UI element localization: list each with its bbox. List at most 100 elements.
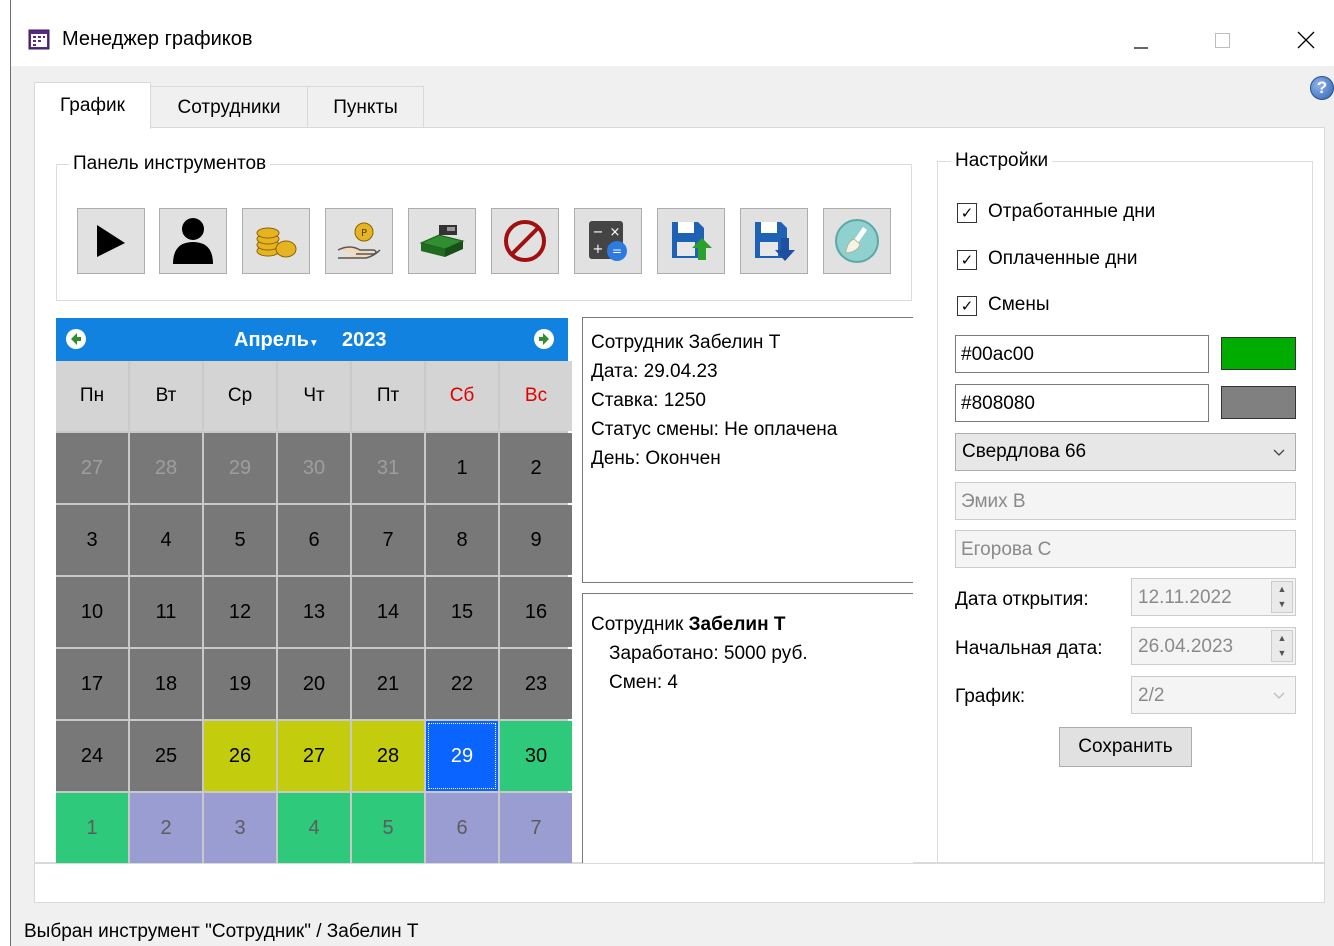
calendar-day[interactable]: 30 [500, 721, 572, 791]
calendar-day[interactable]: 13 [278, 577, 350, 647]
minimize-button[interactable] [1113, 20, 1169, 60]
calendar-day[interactable]: 23 [500, 649, 572, 719]
calendar-day[interactable]: 5 [352, 793, 424, 863]
payment-tool-button[interactable]: P [325, 208, 393, 274]
calendar-day[interactable]: 6 [426, 793, 498, 863]
calendar-day[interactable]: 16 [500, 577, 572, 647]
calendar-day[interactable]: 2 [130, 793, 202, 863]
open-date-value: 12.11.2022 [1138, 587, 1232, 608]
calendar-day[interactable]: 3 [56, 505, 128, 575]
save-button[interactable]: Сохранить [1059, 727, 1192, 767]
tab-employees[interactable]: Сотрудники [150, 86, 308, 128]
calendar-day[interactable]: 8 [426, 505, 498, 575]
calendar-day[interactable]: 9 [500, 505, 572, 575]
schedule-select: 2/2 [1131, 676, 1296, 714]
calendar-day[interactable]: 12 [204, 577, 276, 647]
calendar-day[interactable]: 27 [278, 721, 350, 791]
spin-buttons: ▲ ▼ [1271, 630, 1293, 662]
bottom-panel [34, 863, 1325, 903]
clear-tool-button[interactable] [823, 208, 891, 274]
pointer-tool-button[interactable] [77, 208, 145, 274]
calendar-day[interactable]: 29 [204, 433, 276, 503]
employee-tool-button[interactable] [159, 208, 227, 274]
save-download-tool-button[interactable] [740, 208, 808, 274]
calendar-day[interactable]: 21 [352, 649, 424, 719]
save-upload-icon [672, 222, 712, 260]
worked-days-checkbox[interactable]: ✓ [957, 203, 977, 223]
svg-text:+: + [593, 242, 604, 257]
calendar-day[interactable]: 27 [56, 433, 128, 503]
year-label[interactable]: 2023 [342, 329, 387, 352]
paid-days-checkbox[interactable]: ✓ [957, 250, 977, 270]
calendar-day[interactable]: 7 [352, 505, 424, 575]
cash-tool-button[interactable] [408, 208, 476, 274]
calendar-day[interactable]: 1 [56, 793, 128, 863]
calendar-day[interactable]: 24 [56, 721, 128, 791]
calendar-grid: Пн Вт Ср Чт Пт Сб Вс 27 28 29 30 31 1 2 3 4 5 6 7 8 9… [56, 361, 572, 863]
prev-month-button[interactable] [66, 329, 86, 349]
help-icon[interactable]: ? [1310, 76, 1334, 100]
weekday-label: Вт [130, 361, 202, 431]
forbid-tool-button[interactable] [491, 208, 559, 274]
employee2-field: Егорова С [955, 530, 1296, 568]
calendar-day[interactable]: 4 [130, 505, 202, 575]
location-value: Свердлова 66 [962, 441, 1087, 462]
calculator-tool-button[interactable]: − × + = [574, 208, 642, 274]
calendar-day[interactable]: 14 [352, 577, 424, 647]
month-selector[interactable]: Апрель▼ [234, 329, 319, 352]
paid-days-label[interactable]: Оплаченные дни [988, 248, 1137, 270]
color1-input[interactable]: #00ac00 [955, 335, 1209, 373]
shifts-label[interactable]: Смены [988, 294, 1050, 316]
calendar-day[interactable]: 5 [204, 505, 276, 575]
tab-label: Пункты [333, 96, 398, 118]
person-icon [173, 218, 213, 264]
coins-tool-button[interactable] [242, 208, 310, 274]
color2-swatch[interactable] [1221, 386, 1296, 419]
start-date-label: Начальная дата: [955, 638, 1103, 659]
shifts-checkbox[interactable]: ✓ [957, 296, 977, 316]
chevron-down-icon [1273, 692, 1285, 699]
calendar-day[interactable]: 6 [278, 505, 350, 575]
next-month-button[interactable] [534, 329, 554, 349]
calendar-day[interactable]: 31 [352, 433, 424, 503]
weekday-label: Ср [204, 361, 276, 431]
earned-text: Заработано: 5000 руб. [609, 643, 808, 664]
calendar-day[interactable]: 3 [204, 793, 276, 863]
worked-days-label[interactable]: Отработанные дни [988, 201, 1155, 223]
calendar-day[interactable]: 11 [130, 577, 202, 647]
calendar-day[interactable]: 20 [278, 649, 350, 719]
chevron-down-icon [1273, 449, 1285, 456]
calendar-day[interactable]: 30 [278, 433, 350, 503]
calendar-day[interactable]: 26 [204, 721, 276, 791]
tab-schedule[interactable]: График [34, 82, 151, 129]
color2-input[interactable]: #808080 [955, 384, 1209, 422]
chevron-down-icon: ▼ [308, 338, 319, 349]
cash-register-icon [419, 225, 465, 257]
calendar-day[interactable]: 28 [130, 433, 202, 503]
weekday-label: Пн [56, 361, 128, 431]
calendar-day[interactable]: 15 [426, 577, 498, 647]
close-button[interactable] [1278, 20, 1334, 60]
tab-points[interactable]: Пункты [307, 86, 424, 128]
calendar-day[interactable]: 28 [352, 721, 424, 791]
weekday-label: Вс [500, 361, 572, 431]
calendar-day[interactable]: 18 [130, 649, 202, 719]
calendar-day[interactable]: 22 [426, 649, 498, 719]
color1-swatch[interactable] [1221, 337, 1296, 370]
calendar-day[interactable]: 19 [204, 649, 276, 719]
close-icon [1297, 31, 1315, 49]
calendar-day[interactable]: 17 [56, 649, 128, 719]
calendar-day[interactable]: 7 [500, 793, 572, 863]
save-upload-tool-button[interactable] [657, 208, 725, 274]
location-select[interactable]: Свердлова 66 [955, 433, 1296, 471]
calendar-day[interactable]: 1 [426, 433, 498, 503]
calendar-day[interactable]: 2 [500, 433, 572, 503]
calendar-day[interactable]: 25 [130, 721, 202, 791]
calendar-day[interactable]: 4 [278, 793, 350, 863]
calendar-day[interactable]: 10 [56, 577, 128, 647]
info-line: Ставка: 1250 [591, 390, 706, 411]
toolbar-title: Панель инструментов [69, 153, 271, 175]
maximize-button[interactable] [1194, 20, 1250, 60]
svg-text:×: × [610, 225, 621, 240]
calendar-day[interactable]: 29 [426, 721, 498, 791]
